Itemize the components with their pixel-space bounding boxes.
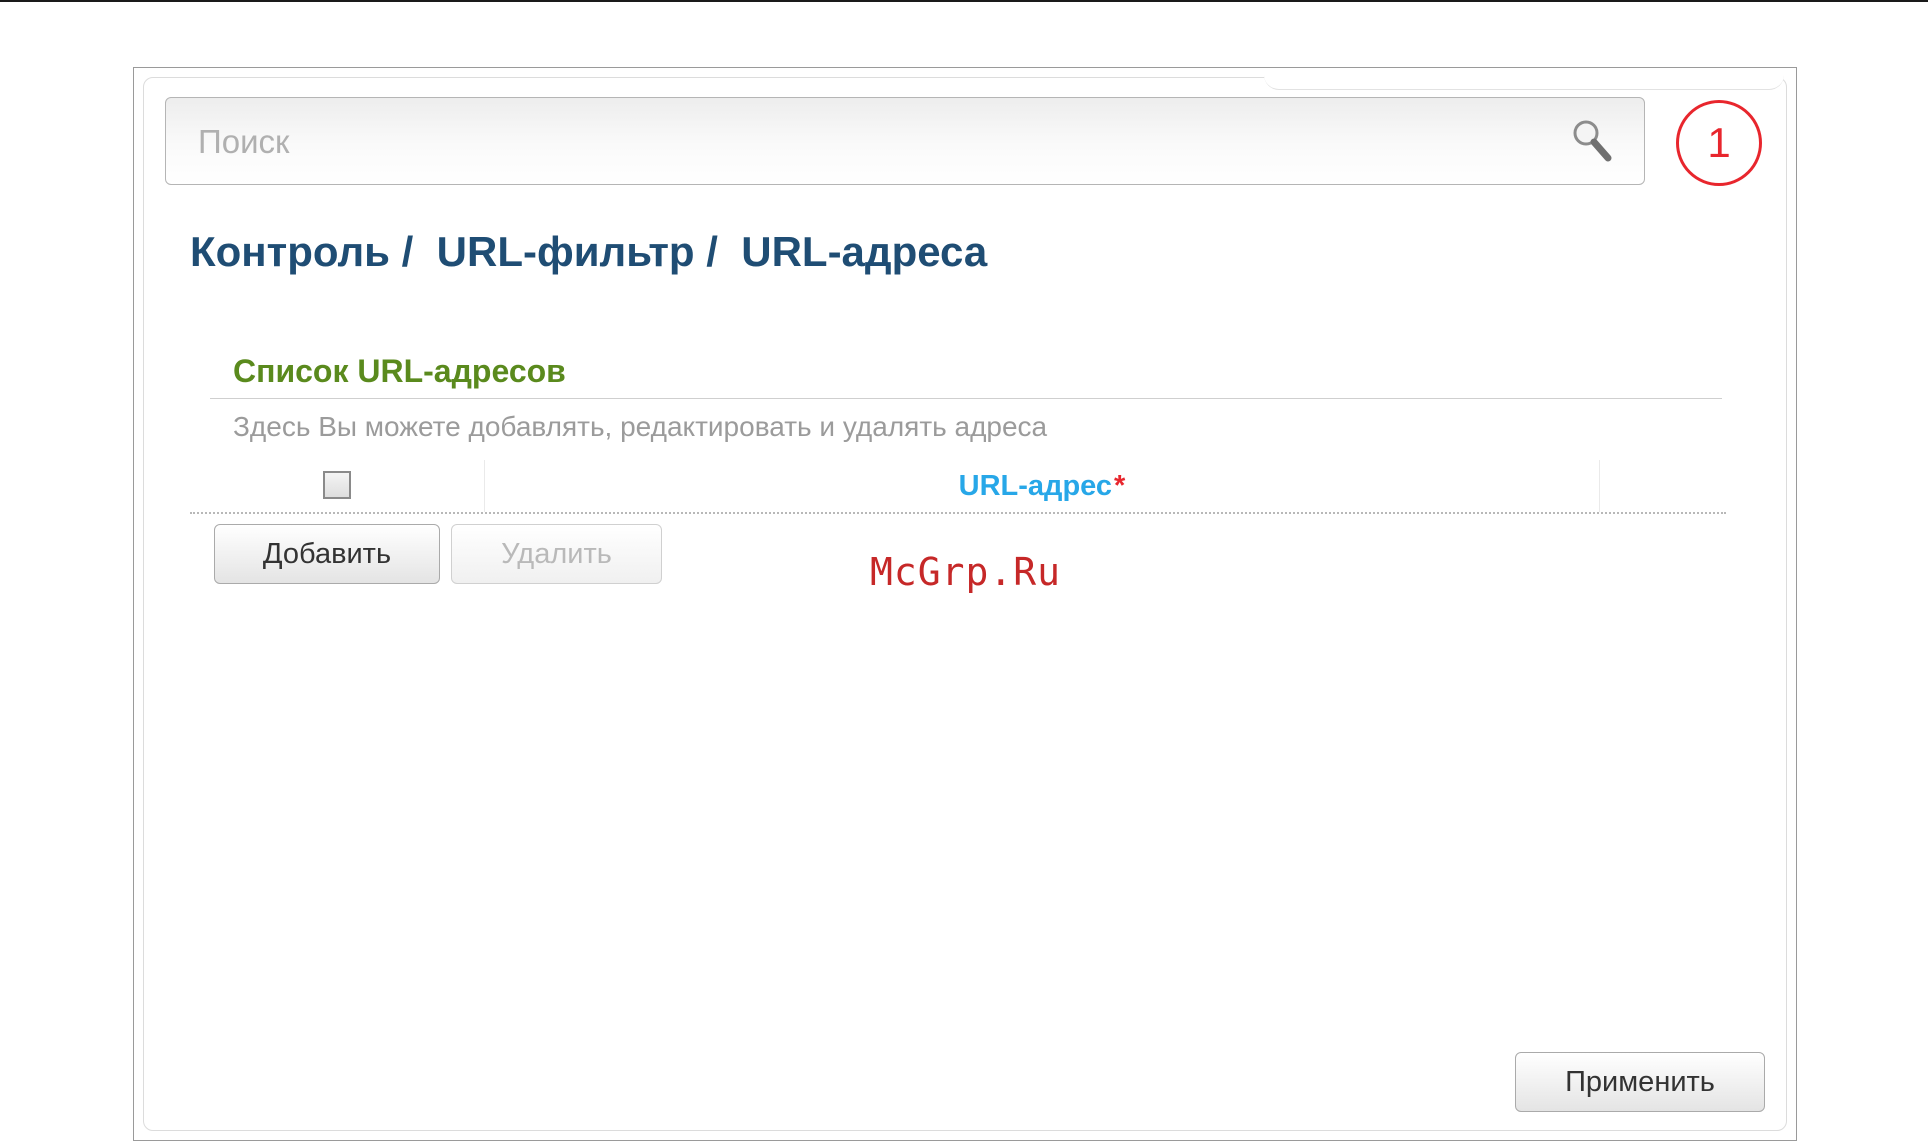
url-column-label: URL-адрес [958, 470, 1113, 502]
panel-notch [1264, 75, 1784, 90]
watermark: McGrp.Ru [870, 550, 1062, 594]
search-icon[interactable] [1568, 116, 1616, 166]
page-title: Контроль / URL-фильтр / URL-адреса [190, 228, 988, 275]
select-all-checkbox[interactable] [323, 471, 351, 499]
section-divider [210, 398, 1722, 399]
search-input[interactable] [196, 98, 1540, 186]
add-button[interactable]: Добавить [214, 524, 440, 584]
url-column-header[interactable]: URL-адрес* [485, 460, 1600, 512]
table-header: URL-адрес* [190, 460, 1726, 514]
top-border-line [0, 0, 1928, 2]
required-asterisk: * [1114, 470, 1126, 502]
delete-button[interactable]: Удалить [451, 524, 662, 584]
section-description: Здесь Вы можете добавлять, редактировать… [233, 411, 1048, 442]
select-column-header [190, 460, 485, 512]
section-title: Список URL-адресов [233, 353, 566, 389]
apply-button[interactable]: Применить [1515, 1052, 1765, 1112]
step-number-badge: 1 [1676, 100, 1762, 186]
search-bar[interactable] [165, 97, 1645, 186]
